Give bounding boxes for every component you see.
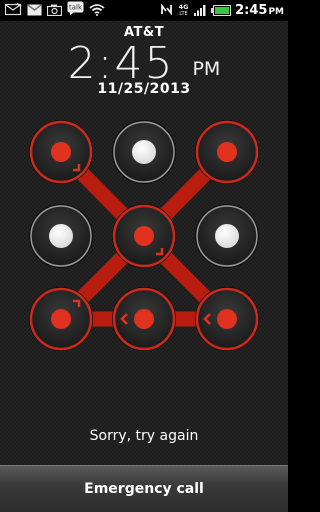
clock-ampm: PM bbox=[192, 58, 221, 80]
status-bar-clock: 2:45PM bbox=[235, 3, 284, 18]
wifi-icon bbox=[89, 1, 105, 20]
nfc-icon bbox=[160, 1, 173, 20]
signal-icon bbox=[194, 1, 207, 20]
4g-lte-label: 4G bbox=[179, 3, 189, 11]
lockscreen-date: 11/25/2013 bbox=[97, 81, 191, 97]
4g-lte-icon: 4G LTE bbox=[177, 1, 190, 20]
sms-icon bbox=[4, 1, 22, 20]
battery-icon bbox=[211, 1, 232, 20]
talk-icon: talk bbox=[67, 1, 84, 20]
camera-icon bbox=[46, 1, 63, 20]
clock-time: 2:45 bbox=[67, 38, 175, 89]
svg-text:LTE: LTE bbox=[179, 11, 187, 16]
emergency-call-button[interactable]: Emergency call bbox=[0, 465, 288, 512]
gmail-icon bbox=[27, 1, 42, 20]
status-bar: talk 4G LTE 2:45PM bbox=[0, 0, 288, 21]
unlock-error-message: Sorry, try again bbox=[89, 428, 199, 444]
talk-icon-label: talk bbox=[69, 4, 83, 12]
lockscreen-clock: 2:45 PM bbox=[0, 38, 288, 86]
